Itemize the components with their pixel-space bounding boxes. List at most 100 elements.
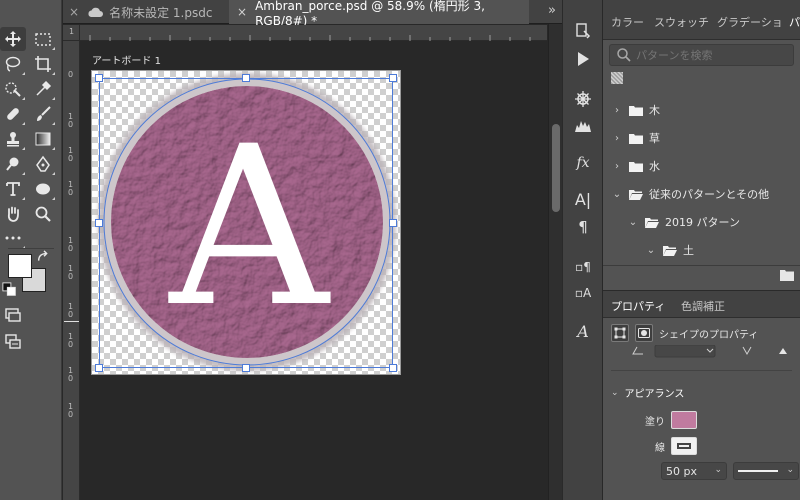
open-folder-icon [663, 245, 677, 256]
horizontal-ruler[interactable]: 1 [69, 25, 547, 41]
recent-pattern-swatch[interactable] [611, 72, 623, 84]
crop-tool[interactable] [30, 52, 56, 76]
navigator-icon[interactable] [571, 88, 595, 110]
ruler-ticks [89, 35, 531, 41]
brush-icon [37, 106, 51, 121]
default-colors-button[interactable] [2, 282, 18, 298]
chevron-right-icon[interactable]: › [611, 133, 623, 144]
stroke-width-dropdown[interactable]: 50 px ⌄ [661, 462, 727, 480]
shape-properties-label: シェイプのプロパティ [659, 329, 759, 341]
marquee-tool[interactable] [30, 27, 56, 51]
object-select-tool[interactable] [0, 77, 26, 101]
gradient-tool[interactable] [30, 127, 56, 151]
artboard-label[interactable]: アートボード 1 [92, 52, 161, 67]
swap-colors-button[interactable] [36, 250, 52, 266]
dodge-icon [6, 157, 19, 171]
paragraph-icon[interactable]: ¶ [571, 216, 595, 238]
scrollbar-thumb[interactable] [552, 124, 560, 212]
tab-ambran-porce[interactable]: × Ambran_porce.psd @ 58.9% (楕円形 3, RGB/8… [229, 0, 529, 28]
shape-properties-header: シェイプのプロパティ [611, 322, 796, 344]
ellipse-tool[interactable] [30, 177, 56, 201]
crop-icon [35, 56, 51, 72]
brush-tool[interactable] [30, 102, 56, 126]
solid-line-preview [738, 470, 778, 472]
tab-color[interactable]: カラー [611, 14, 644, 30]
appearance-section-header[interactable]: ⌄ アピアランス [611, 385, 684, 401]
actions-play-icon[interactable] [571, 48, 595, 70]
search-icon [617, 48, 631, 62]
cloud-icon [88, 7, 104, 17]
tab-gradients[interactable]: グラデーショ [717, 14, 783, 30]
swap-arrow-icon [37, 250, 48, 261]
screen-mode-button[interactable] [0, 330, 26, 354]
pattern-group-row[interactable]: ⌄ 土 [645, 236, 694, 264]
ruler-number: 0 [68, 340, 74, 349]
paragraph-styles-icon[interactable]: ▫¶ [571, 256, 595, 278]
quick-mask-button[interactable] [0, 303, 26, 327]
folder-icon [629, 161, 643, 172]
vertical-ruler[interactable]: 0 1 0 1 0 1 0 1 0 1 0 1 0 1 0 1 0 1 0 [63, 41, 80, 500]
transform-icon[interactable] [611, 324, 629, 342]
artboard[interactable]: A [91, 70, 401, 375]
pattern-group-row[interactable]: › 木 [611, 96, 660, 124]
dodge-tool[interactable] [0, 152, 26, 176]
tab-adjustments[interactable]: 色調補正 [681, 298, 725, 314]
fx-styles-icon[interactable]: fx [571, 152, 595, 174]
letter-a[interactable]: A [168, 99, 332, 355]
stroke-type-dropdown[interactable]: ⌄ [733, 462, 799, 480]
move-tool[interactable] [0, 27, 26, 51]
chevron-down-icon[interactable]: ⌄ [627, 217, 639, 228]
close-tab-icon[interactable]: × [69, 5, 79, 19]
chevron-down-icon[interactable]: ⌄ [611, 388, 619, 398]
type-tool[interactable] [0, 177, 26, 201]
new-group-folder-icon[interactable] [780, 269, 794, 281]
chevron-down-icon[interactable]: ⌄ [645, 245, 657, 256]
pattern-group-row[interactable]: ⌄ 2019 パターン [627, 208, 740, 236]
more-tabs-button[interactable]: » [548, 3, 556, 18]
tab-swatches[interactable]: スウォッチ [654, 14, 709, 30]
ruler-number: 0 [68, 154, 74, 163]
document-tab-bar: × 名称未設定 1.psdc × Ambran_porce.psd @ 58.9… [63, 0, 562, 28]
type-icon [6, 182, 20, 196]
search-input[interactable] [636, 48, 786, 62]
pattern-panel-footer [603, 265, 800, 287]
ellipsis-icon [5, 236, 21, 240]
ruler-number: 0 [68, 244, 74, 253]
fill-row: 塗り [625, 410, 795, 430]
properties-panel-tabs: プロパティ 色調補正 [603, 290, 800, 318]
pattern-group-row[interactable]: ⌄ 従来のパターンとその他 [611, 180, 769, 208]
lasso-tool[interactable] [0, 52, 26, 76]
fill-color-swatch[interactable] [671, 411, 697, 429]
stroke-color-swatch[interactable] [671, 437, 697, 455]
vertical-scrollbar[interactable] [548, 24, 562, 500]
tab-patterns[interactable]: パ [789, 14, 800, 30]
pattern-group-row[interactable]: › 水 [611, 152, 660, 180]
ruler-number: 0 [68, 310, 74, 319]
character-styles-icon[interactable]: ▫A [571, 282, 595, 304]
hand-tool[interactable] [0, 202, 26, 226]
folder-icon [629, 133, 643, 144]
pen-tool[interactable] [30, 152, 56, 176]
stamp-icon [7, 132, 19, 147]
eyedropper-tool[interactable] [30, 77, 56, 101]
foreground-color[interactable] [8, 254, 32, 278]
healing-brush-tool[interactable] [0, 102, 26, 126]
mask-icon[interactable] [635, 324, 653, 342]
edit-toolbar-button[interactable] [0, 226, 26, 250]
panel-icon-strip: fx A| ¶ ▫¶ ▫A A [562, 0, 602, 500]
tab-properties[interactable]: プロパティ [611, 298, 665, 314]
pattern-group-row[interactable]: › 草 [611, 124, 660, 152]
zoom-tool[interactable] [30, 202, 56, 226]
history-icon[interactable] [571, 20, 595, 42]
histogram-icon[interactable] [571, 114, 595, 136]
chevron-down-icon[interactable]: ⌄ [611, 189, 623, 200]
character-icon[interactable]: A| [571, 188, 595, 210]
pattern-search[interactable] [609, 44, 794, 66]
ruler-number: 0 [68, 410, 74, 419]
glyphs-icon[interactable]: A [571, 320, 595, 342]
stamp-tool[interactable] [0, 127, 26, 151]
chevron-right-icon[interactable]: › [611, 105, 623, 116]
chevron-right-icon[interactable]: › [611, 161, 623, 172]
tab-untitled[interactable]: × 名称未設定 1.psdc [69, 0, 229, 24]
close-tab-icon[interactable]: × [237, 5, 247, 19]
